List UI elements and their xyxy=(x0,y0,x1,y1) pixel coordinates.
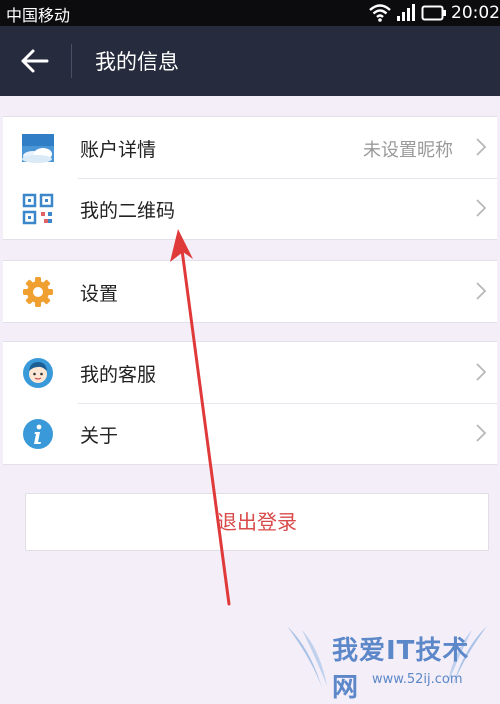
arrow-left-icon xyxy=(21,49,49,73)
logout-button[interactable]: 退出登录 xyxy=(25,493,489,551)
menu-item-label: 关于 xyxy=(80,425,119,447)
customer-service-icon xyxy=(23,358,53,388)
chevron-right-icon xyxy=(476,138,487,156)
account-group: 账户详情 未设置昵称 我的二维码 xyxy=(3,116,497,240)
support-group: 我的客服 关于 xyxy=(3,341,497,465)
settings-group: 设置 xyxy=(3,260,497,323)
wifi-icon xyxy=(369,4,391,22)
battery-icon xyxy=(421,5,446,21)
watermark-url: www.52ij.com xyxy=(372,672,463,687)
page-title: 我的信息 xyxy=(95,50,179,74)
menu-item-about[interactable]: 关于 xyxy=(3,403,497,464)
info-icon xyxy=(23,419,53,449)
menu-item-customer-service[interactable]: 我的客服 xyxy=(3,342,497,403)
signal-icon xyxy=(397,4,415,21)
clock: 20:02 xyxy=(451,3,500,23)
chevron-right-icon xyxy=(476,199,487,217)
menu-item-label: 设置 xyxy=(80,283,119,305)
carrier-name: 中国移动 xyxy=(6,6,71,25)
menu-item-label: 我的客服 xyxy=(80,364,157,386)
chevron-right-icon xyxy=(476,282,487,300)
gear-icon xyxy=(23,277,53,307)
watermark: 我爱IT技术网 www.52ij.com xyxy=(282,620,492,703)
menu-item-label: 账户详情 xyxy=(80,139,157,161)
sky-avatar-icon xyxy=(22,134,54,163)
menu-item-qr-code[interactable]: 我的二维码 xyxy=(3,178,497,239)
menu-item-account-details[interactable]: 账户详情 未设置昵称 xyxy=(3,117,497,178)
chevron-right-icon xyxy=(476,363,487,381)
menu-item-label: 我的二维码 xyxy=(80,200,176,222)
status-bar: 中国移动 20:02 xyxy=(0,0,500,26)
chevron-right-icon xyxy=(476,424,487,442)
app-bar-divider xyxy=(71,44,72,78)
menu-item-settings[interactable]: 设置 xyxy=(3,261,497,322)
watermark-text: 我爱IT技术网 xyxy=(332,636,470,703)
qr-code-icon xyxy=(22,193,54,225)
app-bar: 我的信息 xyxy=(0,26,500,96)
nickname-value: 未设置昵称 xyxy=(363,140,453,161)
back-button[interactable] xyxy=(18,46,52,76)
status-icons: 20:02 xyxy=(369,2,500,24)
